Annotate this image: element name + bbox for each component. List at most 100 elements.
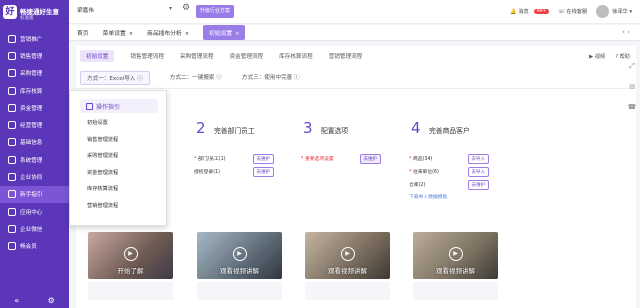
guide-list-item[interactable]: 采购管理流程 — [87, 152, 118, 169]
step-action-button[interactable]: 去导入 — [467, 153, 489, 164]
step-item: * 商品(34) 去导入 — [409, 152, 489, 165]
close-icon[interactable]: × — [129, 31, 133, 37]
bell-icon: 🔔 — [510, 9, 517, 15]
close-icon[interactable]: × — [235, 31, 239, 37]
tab-0[interactable]: 首页 — [77, 28, 89, 37]
sidebar-item-label: 营销推广 — [20, 36, 43, 43]
video-link[interactable]: ▶ 视频 — [589, 53, 605, 60]
tab-2[interactable]: 商品插布分析 × — [147, 28, 189, 37]
process-tab[interactable]: 采购管理流程 — [180, 52, 214, 62]
video-footer — [197, 282, 282, 300]
guide-list-item[interactable]: 资金管理流程 — [87, 169, 118, 186]
step-item-label: * 部门/员工(1) — [194, 155, 226, 162]
sidebar-item[interactable]: 销售管理 — [0, 47, 69, 64]
guide-list-item[interactable]: 营销管理流程 — [87, 202, 118, 219]
sidebar-bottom: « ⚙ — [0, 292, 69, 308]
step-action-button[interactable]: 去维护 — [467, 179, 489, 190]
expand-icon[interactable]: ⤢ — [629, 62, 635, 71]
step-title: 完善商品客户 — [429, 127, 470, 135]
sidebar-item-label: 新手指引 — [20, 192, 43, 199]
video-caption: 观看视频讲解 — [220, 267, 259, 275]
tabs-more-icon[interactable]: ‹ › — [622, 28, 630, 36]
sidebar-item-label: 经营管理 — [20, 123, 43, 130]
process-tab[interactable]: 初始设置 — [80, 50, 115, 62]
sidebar-item[interactable]: 资金管理 — [0, 99, 69, 116]
process-tab[interactable]: 营销管理流程 — [329, 52, 363, 62]
step-item: 授权登录(1) 去维护 — [194, 165, 274, 178]
process-tab[interactable]: 资金管理流程 — [230, 52, 264, 62]
import-method[interactable]: 方式一：Excel导入 ⓘ — [80, 71, 150, 85]
step-action-button[interactable]: 去导入 — [467, 166, 489, 177]
company-selector[interactable]: 梁嘉伟 — [77, 6, 94, 14]
app-logo[interactable]: 好 畅捷通好生意 标准版 — [3, 3, 67, 23]
guide-list-item[interactable]: 初始设置 — [87, 119, 118, 136]
wechat-icon — [8, 224, 16, 233]
guide-icon — [8, 190, 16, 199]
step-action-button[interactable]: 去维护 — [252, 166, 274, 177]
process-tab[interactable]: 库存核算流程 — [279, 52, 313, 62]
sidebar-item[interactable]: 基础信息 — [0, 134, 69, 151]
sidebar-item[interactable]: 企业协同 — [0, 168, 69, 185]
phone-icon[interactable]: ☎ — [628, 103, 637, 111]
tab-label: 初始设置 — [209, 31, 233, 37]
import-method[interactable]: 方式二：一键搬家 ⓘ — [170, 73, 222, 85]
guide-dropdown-title[interactable]: 操作指引 — [80, 99, 158, 113]
info-icon — [8, 138, 16, 147]
step-item-text: 授权登录(1) — [194, 170, 220, 175]
video-caption: 观看视频讲解 — [436, 267, 475, 275]
box-icon — [8, 86, 16, 95]
step-item-label: 授权登录(1) — [194, 168, 220, 175]
video-footer — [88, 282, 173, 300]
video-thumbnail[interactable]: ▶ 开始了解 — [88, 232, 173, 279]
support-button[interactable]: ☏ 在线客服 — [558, 8, 587, 15]
fold-icon[interactable]: « — [14, 296, 19, 305]
sidebar-item-label: 系统管理 — [20, 157, 43, 164]
sidebar-item[interactable]: 应用中心 — [0, 203, 69, 220]
guide-title-label: 操作指引 — [96, 103, 121, 111]
guide-list-item[interactable]: 销售管理流程 — [87, 136, 118, 153]
settings-icon[interactable]: ⚙ — [48, 296, 55, 305]
sidebar-item[interactable]: 新手指引 — [0, 185, 69, 203]
help-link[interactable]: ? 帮助 — [615, 53, 630, 60]
sidebar-item-label: 销售管理 — [20, 53, 43, 60]
video-thumbnail[interactable]: ▶ 观看视频讲解 — [197, 232, 282, 279]
sidebar-item-label: 资金管理 — [20, 105, 43, 112]
video-thumbnail[interactable]: ▶ 观看视频讲解 — [413, 232, 498, 279]
close-icon[interactable]: × — [185, 31, 189, 37]
sidebar-item-label: 应用中心 — [20, 209, 43, 216]
upgrade-plan-button[interactable]: 升级行业方案 — [196, 5, 235, 18]
tab-1[interactable]: 菜单设置 × — [103, 28, 133, 37]
sidebar-item[interactable]: 企业微信 — [0, 220, 69, 237]
step-item-label: * 往来单位(6) — [409, 168, 439, 175]
messages-button[interactable]: 🔔 消息 — [510, 8, 529, 15]
chevron-down-icon[interactable]: ▾ — [169, 5, 172, 12]
import-method[interactable]: 方式三：使用中完善 ⓘ — [242, 73, 300, 85]
avatar — [596, 5, 610, 18]
gear-icon[interactable]: ⚙ — [182, 3, 190, 13]
video-thumbnail[interactable]: ▶ 观看视频讲解 — [305, 232, 390, 279]
sidebar-item[interactable]: 经营管理 — [0, 116, 69, 133]
tab-label: 菜单设置 — [102, 31, 126, 37]
tab-label: 首页 — [77, 31, 89, 37]
tab-3[interactable]: 初始设置 × — [203, 25, 246, 40]
step-title: 配置选项 — [321, 127, 349, 135]
step-action-button[interactable]: 去维护 — [359, 153, 381, 164]
sidebar-item[interactable]: 营销推广 — [0, 30, 69, 47]
step-number: 3 — [303, 119, 313, 137]
video-footer — [305, 282, 390, 300]
sidebar-item[interactable]: 采购管理 — [0, 65, 69, 82]
guide-list-item[interactable]: 库存核算流程 — [87, 185, 118, 202]
wechat-icon[interactable]: ✉ — [629, 83, 635, 91]
user-menu[interactable]: 徐泽华 ▾ — [596, 5, 632, 18]
step-number: 2 — [196, 119, 206, 137]
template-download-link[interactable]: 下载导入数据模板 — [409, 193, 489, 200]
sidebar-item[interactable]: 库存核算 — [0, 82, 69, 99]
sidebar-item-label: 采购管理 — [20, 71, 43, 78]
step-items: * 重要选项设置 去维护 — [301, 152, 381, 165]
sidebar-item[interactable]: 畅会员 — [0, 238, 69, 255]
process-tab[interactable]: 销售管理流程 — [130, 52, 164, 62]
step-item-text: 仓库(2) — [409, 183, 426, 188]
wallet-icon — [8, 103, 16, 112]
step-action-button[interactable]: 去维护 — [252, 153, 274, 164]
sidebar-item[interactable]: 系统管理 — [0, 151, 69, 168]
